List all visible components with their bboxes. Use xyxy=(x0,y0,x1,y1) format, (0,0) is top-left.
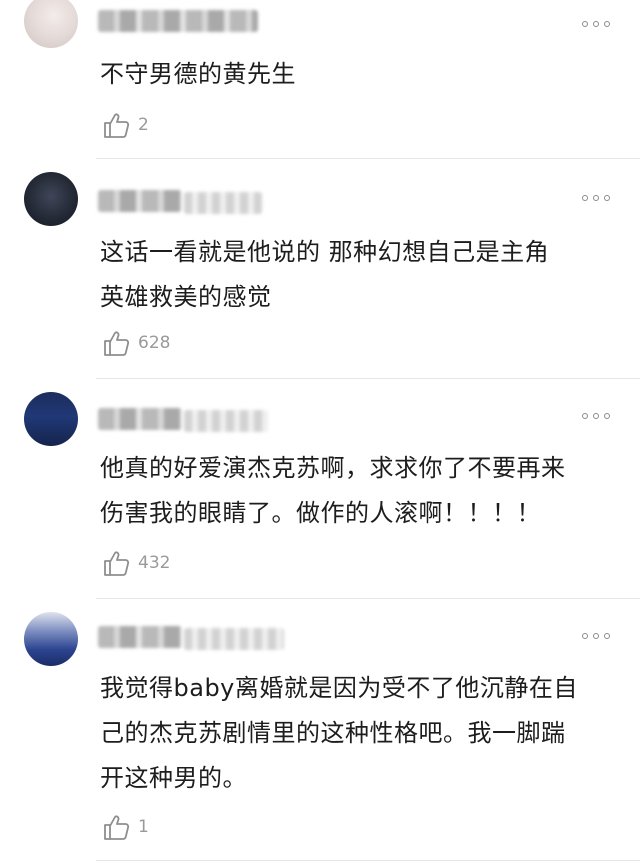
avatar[interactable] xyxy=(24,392,78,446)
more-options-icon[interactable] xyxy=(582,632,610,640)
username-blurred xyxy=(98,408,182,430)
comment-text-line: 英雄救美的感觉 xyxy=(100,283,272,311)
comment-item: 他真的好爱演杰克苏啊，求求你了不要再来 伤害我的眼睛了。做作的人滚啊！！！！ 4… xyxy=(0,380,640,600)
comment-item: 不守男德的黄先生 2 xyxy=(0,0,640,160)
like-button[interactable]: 1 xyxy=(102,812,149,842)
username-blurred xyxy=(98,10,258,32)
username-blurred xyxy=(98,626,182,648)
like-count: 432 xyxy=(138,553,171,573)
divider xyxy=(96,860,640,861)
username-blurred xyxy=(98,190,182,212)
like-count: 1 xyxy=(138,817,149,837)
thumbs-up-icon xyxy=(104,815,130,840)
like-button[interactable]: 2 xyxy=(102,110,149,140)
like-count: 628 xyxy=(138,333,171,353)
comment-text-line: 开这种男的。 xyxy=(100,764,247,792)
comment-item: 这话一看就是他说的 那种幻想自己是主角 英雄救美的感觉 628 xyxy=(0,160,640,380)
comment-text-line: 他真的好爱演杰克苏啊，求求你了不要再来 xyxy=(100,454,566,482)
more-options-icon[interactable] xyxy=(582,20,610,28)
comment-text: 这话一看就是他说的 那种幻想自己是主角 英雄救美的感觉 xyxy=(100,230,620,320)
avatar[interactable] xyxy=(24,612,78,666)
comment-text-line: 己的杰克苏剧情里的这种性格吧。我一脚踹 xyxy=(100,719,566,747)
username-blurred-tail xyxy=(184,410,268,432)
divider xyxy=(96,378,640,379)
more-options-icon[interactable] xyxy=(582,412,610,420)
avatar[interactable] xyxy=(24,172,78,226)
username-blurred-tail xyxy=(184,628,284,650)
more-options-icon[interactable] xyxy=(582,194,610,202)
comment-text: 他真的好爱演杰克苏啊，求求你了不要再来 伤害我的眼睛了。做作的人滚啊！！！！ xyxy=(100,446,620,536)
like-button[interactable]: 628 xyxy=(102,328,170,358)
like-button[interactable]: 432 xyxy=(102,548,170,578)
thumbs-up-icon xyxy=(104,331,130,356)
comment-text: 我觉得baby离婚就是因为受不了他沉静在自 己的杰克苏剧情里的这种性格吧。我一脚… xyxy=(100,666,620,801)
comment-text-line: 我觉得baby离婚就是因为受不了他沉静在自 xyxy=(100,674,578,702)
thumbs-up-icon xyxy=(104,551,130,576)
comment-text-line: 伤害我的眼睛了。做作的人滚啊！！！！ xyxy=(100,499,541,527)
comment-text-line: 这话一看就是他说的 那种幻想自己是主角 xyxy=(100,238,550,266)
avatar[interactable] xyxy=(24,0,78,48)
thumbs-up-icon xyxy=(104,113,130,138)
comment-text: 不守男德的黄先生 xyxy=(100,52,620,97)
comment-text-line: 不守男德的黄先生 xyxy=(100,60,296,88)
divider xyxy=(96,158,640,159)
username-blurred-tail xyxy=(184,192,262,214)
divider xyxy=(96,598,640,599)
comment-item: 我觉得baby离婚就是因为受不了他沉静在自 己的杰克苏剧情里的这种性格吧。我一脚… xyxy=(0,600,640,866)
like-count: 2 xyxy=(138,115,149,135)
